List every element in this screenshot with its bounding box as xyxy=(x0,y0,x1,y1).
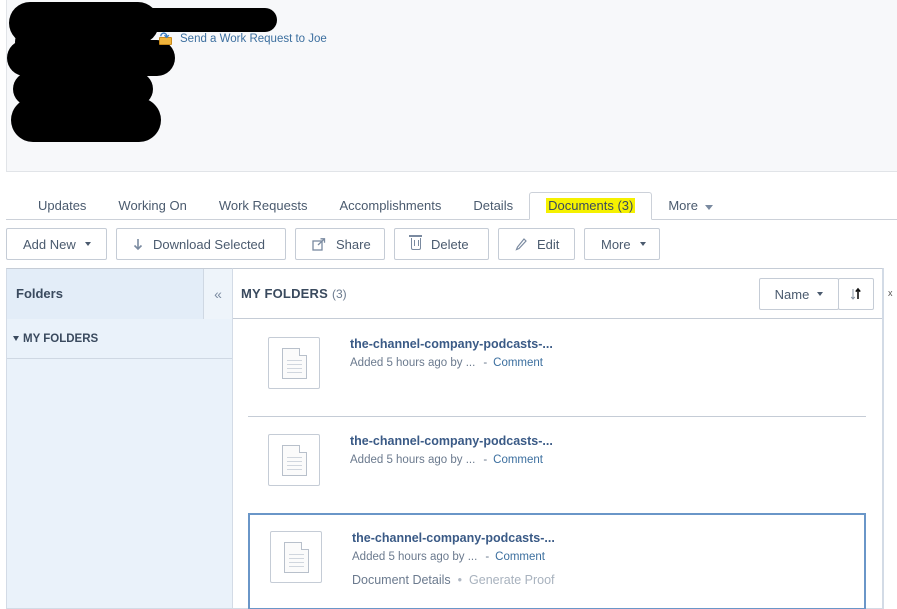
tab-accomplishments[interactable]: Accomplishments xyxy=(323,192,457,219)
document-icon xyxy=(281,347,307,379)
document-title[interactable]: the-channel-company-podcasts-... xyxy=(350,337,553,351)
chevron-down-icon xyxy=(817,292,824,296)
pencil-icon xyxy=(515,237,527,251)
separator-dot: • xyxy=(457,573,463,587)
comment-link[interactable]: Comment xyxy=(493,454,543,466)
sort-by-dropdown[interactable]: Name xyxy=(759,278,839,310)
document-count: (3) xyxy=(332,286,347,301)
sort-ascending-icon xyxy=(850,287,861,300)
tab-working-on[interactable]: Working On xyxy=(102,192,202,219)
send-work-request-label: Send a Work Request to Joe xyxy=(180,33,327,45)
folder-item-my-folders[interactable]: MY FOLDERS xyxy=(7,319,232,359)
panel-title: MY FOLDERS xyxy=(241,286,328,301)
tab-updates[interactable]: Updates xyxy=(6,192,102,219)
redacted-scribble xyxy=(11,98,161,142)
add-new-button[interactable]: Add New xyxy=(6,228,107,260)
chevron-down-icon xyxy=(84,242,91,246)
document-thumbnail[interactable] xyxy=(268,337,320,389)
document-meta: Added 5 hours ago by ... - Comment xyxy=(352,551,546,563)
profile-tabs: Updates Working On Work Requests Accompl… xyxy=(6,192,897,220)
folders-sidebar: Folders « MY FOLDERS xyxy=(6,268,233,609)
documents-toolbar: Add New Download Selected Share Delete E… xyxy=(6,228,660,260)
document-icon xyxy=(283,541,309,573)
document-icon xyxy=(281,444,307,476)
redacted-scribble xyxy=(127,8,277,32)
sort-direction-button[interactable] xyxy=(838,278,874,310)
document-title[interactable]: the-channel-company-podcasts-... xyxy=(352,531,555,545)
document-details-link[interactable]: Document Details xyxy=(352,573,451,587)
more-actions-button[interactable]: More xyxy=(584,228,660,260)
profile-header xyxy=(6,0,897,172)
generate-proof-link[interactable]: Generate Proof xyxy=(469,573,554,587)
comment-link[interactable]: Comment xyxy=(495,551,545,563)
document-item[interactable]: the-channel-company-podcasts-... Added 5… xyxy=(248,417,866,514)
document-item-selected[interactable]: the-channel-company-podcasts-... Added 5… xyxy=(248,513,866,609)
tab-more[interactable]: More xyxy=(652,192,729,219)
send-work-request-link[interactable]: ↷ Send a Work Request to Joe xyxy=(158,31,327,47)
document-thumbnail[interactable] xyxy=(268,434,320,486)
document-meta: Added 5 hours ago by ... - Comment xyxy=(350,357,544,369)
close-panel-icon[interactable]: x xyxy=(888,288,893,298)
documents-panel: MY FOLDERS (3) Name the-channel-company-… xyxy=(233,268,883,609)
document-item[interactable]: the-channel-company-podcasts-... Added 5… xyxy=(248,320,866,417)
document-thumbnail[interactable] xyxy=(270,531,322,583)
tab-details[interactable]: Details xyxy=(457,192,529,219)
document-actions: Document Details • Generate Proof xyxy=(352,573,555,587)
sidebar-title: Folders xyxy=(7,268,204,319)
redacted-scribble xyxy=(7,40,175,76)
chevron-down-icon xyxy=(639,242,646,246)
download-icon xyxy=(133,238,143,251)
share-button[interactable]: Share xyxy=(295,228,385,260)
caret-down-icon xyxy=(13,336,19,341)
folder-arrow-icon: ↷ xyxy=(158,31,174,47)
delete-button[interactable]: Delete xyxy=(394,228,489,260)
collapse-sidebar-button[interactable]: « xyxy=(204,268,232,319)
panel-divider xyxy=(883,268,884,609)
tab-work-requests[interactable]: Work Requests xyxy=(203,192,324,219)
document-title[interactable]: the-channel-company-podcasts-... xyxy=(350,434,553,448)
trash-icon xyxy=(409,235,422,250)
download-selected-button[interactable]: Download Selected xyxy=(116,228,286,260)
sidebar-header: Folders « xyxy=(7,268,232,319)
edit-button[interactable]: Edit xyxy=(498,228,575,260)
tab-documents[interactable]: Documents (3) xyxy=(529,192,653,220)
document-meta: Added 5 hours ago by ... - Comment xyxy=(350,454,544,466)
comment-link[interactable]: Comment xyxy=(493,357,543,369)
chevron-down-icon xyxy=(704,205,713,210)
share-icon xyxy=(312,237,326,251)
